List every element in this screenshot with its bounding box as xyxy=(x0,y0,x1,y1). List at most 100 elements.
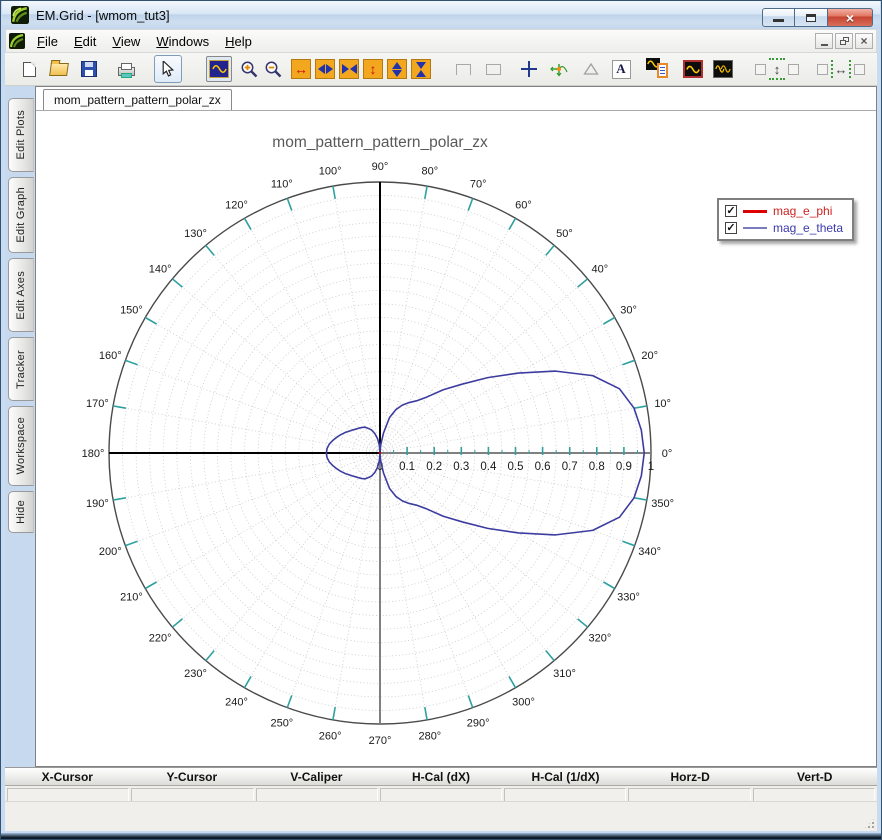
mdi-restore-icon xyxy=(839,37,849,45)
angle-tick-label: 280° xyxy=(418,731,441,743)
menu-item-view[interactable]: View xyxy=(104,31,148,52)
expand-horizontal-button[interactable]: ↔ xyxy=(289,57,313,81)
readout-value-cell xyxy=(628,788,751,802)
document-area: mom_pattern_pattern_polar_zx 0 0.1 0.2 0.3 0… xyxy=(35,86,877,767)
angle-tick-label: 40° xyxy=(592,264,609,276)
arrows-out-vertical-icon xyxy=(387,59,407,79)
radial-tick-label: 0.4 xyxy=(480,461,497,473)
status-bar xyxy=(5,801,877,831)
expand-vertical-button[interactable]: ↕ xyxy=(361,57,385,81)
sidebar-tab-edit-plots[interactable]: Edit Plots xyxy=(8,98,34,172)
compress-vertical-button[interactable] xyxy=(409,57,433,81)
angle-tick-label: 180° xyxy=(82,448,105,460)
app-window: EM.Grid - [wmom_tut3] × File Edit View Wind… xyxy=(0,0,882,840)
print-button[interactable] xyxy=(114,57,138,81)
sidebar-tab-label: Edit Plots xyxy=(15,110,27,160)
fit-height-group: ↕ xyxy=(755,58,799,80)
resize-grip[interactable] xyxy=(863,817,876,830)
angle-tick-label: 70° xyxy=(470,178,487,190)
text-label-button[interactable]: A xyxy=(609,57,633,81)
mdi-close-button[interactable]: × xyxy=(855,33,873,49)
expand-vertical-icon: ↕ xyxy=(363,59,383,79)
zoom-in-button[interactable] xyxy=(237,57,261,81)
polar-plot-canvas[interactable]: 0 0.1 0.2 0.3 0.4 0.5 0.6 0.7 0.8 0.9 1 0° 10° 20° 30°… xyxy=(36,110,876,766)
readout-value-cell xyxy=(131,788,254,802)
angle-tick-label: 300° xyxy=(512,697,535,709)
close-button[interactable]: × xyxy=(828,8,873,27)
side-tab-strip: Edit Plots Edit Graph Edit Axes Tracker Work… xyxy=(5,86,35,767)
angle-tick-label: 170° xyxy=(86,398,109,410)
angle-tick-label: 220° xyxy=(149,632,172,644)
new-document-button[interactable] xyxy=(17,57,41,81)
partial-rect-button[interactable] xyxy=(451,57,475,81)
sidebar-tab-label: Edit Axes xyxy=(15,270,27,320)
sidebar-tab-hide[interactable]: Hide xyxy=(8,491,34,533)
sidebar-tab-edit-graph[interactable]: Edit Graph xyxy=(8,177,34,253)
mdi-minimize-button[interactable] xyxy=(815,33,833,49)
plot-red-frame-button[interactable] xyxy=(681,57,705,81)
mdi-close-icon: × xyxy=(860,34,868,48)
minimize-button[interactable] xyxy=(762,8,795,27)
readout-value-cell xyxy=(7,788,130,802)
window-bottom-edge xyxy=(1,833,881,839)
document-tab-bar: mom_pattern_pattern_polar_zx xyxy=(36,87,876,110)
angle-tick-label: 340° xyxy=(638,546,661,558)
legend-label: mag_e_theta xyxy=(773,221,844,235)
plot-tool-button[interactable] xyxy=(206,56,232,82)
zoom-out-icon xyxy=(265,61,281,77)
save-button[interactable] xyxy=(77,57,101,81)
angle-tick-label: 230° xyxy=(184,668,207,680)
menu-item-windows[interactable]: Windows xyxy=(148,31,217,52)
pointer-cursor-icon xyxy=(162,61,175,77)
sidebar-tab-tracker[interactable]: Tracker xyxy=(8,337,34,401)
sidebar-tab-label: Edit Graph xyxy=(15,187,27,243)
multi-plot-button[interactable] xyxy=(711,57,735,81)
tracker-button[interactable] xyxy=(547,57,571,81)
menu-item-file[interactable]: File xyxy=(29,31,66,52)
rect-button[interactable] xyxy=(481,57,505,81)
menu-item-edit[interactable]: Edit xyxy=(66,31,104,52)
open-button[interactable] xyxy=(47,57,71,81)
crosshair-button[interactable] xyxy=(517,57,541,81)
radial-tick-label: 0.7 xyxy=(562,461,578,473)
readout-value-cell xyxy=(255,788,378,802)
pointer-tool-button[interactable] xyxy=(154,55,182,83)
fit-height-right-toggle[interactable] xyxy=(788,63,799,75)
mdi-restore-button[interactable] xyxy=(835,33,853,49)
radial-tick-label: 0.9 xyxy=(616,461,632,473)
angle-tick-label: 10° xyxy=(654,398,671,410)
fit-height-left-toggle[interactable] xyxy=(755,63,766,75)
copy-plot-data-button[interactable] xyxy=(645,57,673,81)
angle-tick-label: 50° xyxy=(556,228,573,240)
stretch-vertical-out-button[interactable] xyxy=(385,57,409,81)
fit-height-button[interactable]: ↕ xyxy=(769,58,785,80)
rect-icon xyxy=(485,63,501,75)
readout-header-x-cursor: X-Cursor xyxy=(41,769,93,784)
legend-checkbox-mag_e_phi[interactable]: ✓ xyxy=(725,205,737,217)
sidebar-tab-edit-axes[interactable]: Edit Axes xyxy=(8,258,34,332)
angle-tick-label: 130° xyxy=(184,228,207,240)
partial-rect-icon xyxy=(455,63,471,75)
legend-checkbox-mag_e_theta[interactable]: ✓ xyxy=(725,222,737,234)
fit-width-left-toggle[interactable] xyxy=(817,63,828,75)
compress-horizontal-button[interactable] xyxy=(337,57,361,81)
fit-width-right-toggle[interactable] xyxy=(854,63,865,75)
angle-tick-label: 90° xyxy=(372,161,389,173)
maximize-button[interactable] xyxy=(795,8,828,27)
title-bar[interactable]: EM.Grid - [wmom_tut3] × xyxy=(2,1,880,29)
triangle-button[interactable] xyxy=(579,57,603,81)
readout-value-cell xyxy=(379,788,503,802)
legend-line-sample xyxy=(743,209,767,213)
fit-width-button[interactable]: ↔ xyxy=(831,60,851,78)
radial-tick-label: 0.2 xyxy=(426,461,442,473)
stretch-horizontal-out-button[interactable] xyxy=(313,57,337,81)
angle-tick-label: 200° xyxy=(99,546,122,558)
menu-item-help[interactable]: Help xyxy=(217,31,260,52)
zoom-out-button[interactable] xyxy=(261,57,285,81)
sidebar-tab-label: Tracker xyxy=(15,349,27,389)
angle-tick-label: 320° xyxy=(588,632,611,644)
sidebar-tab-label: Hide xyxy=(15,500,27,524)
document-tab[interactable]: mom_pattern_pattern_polar_zx xyxy=(43,89,232,110)
sidebar-tab-workspace[interactable]: Workspace xyxy=(8,406,34,486)
angle-tick-label: 30° xyxy=(620,305,637,317)
